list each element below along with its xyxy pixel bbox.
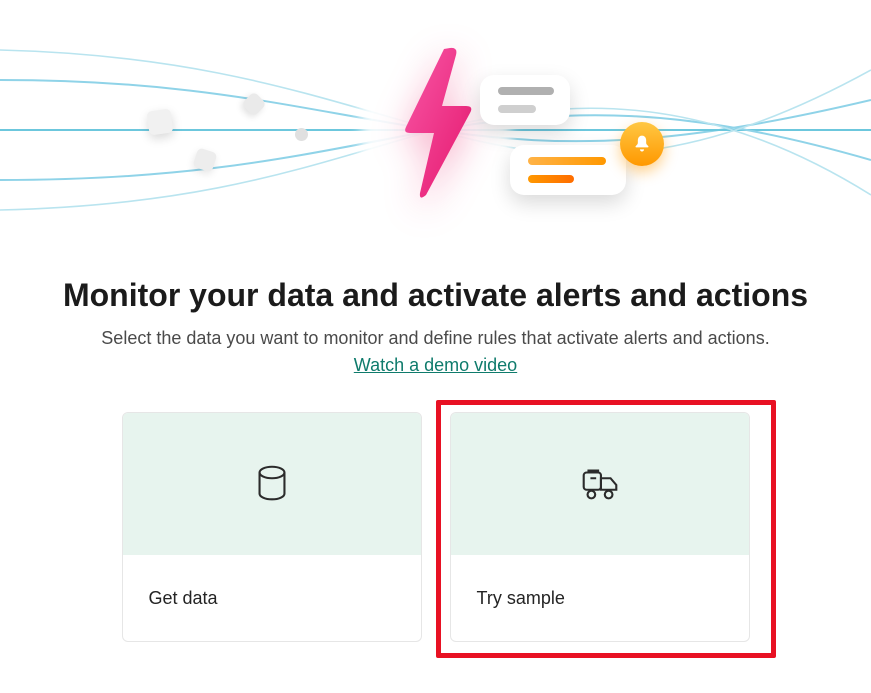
intro-text: Monitor your data and activate alerts an… <box>43 277 828 376</box>
hero-illustration <box>0 0 871 245</box>
option-cards: Get data Try sample <box>122 412 750 642</box>
notification-card-accent <box>510 145 626 195</box>
card-icon-area <box>123 413 421 555</box>
card-label: Try sample <box>451 555 749 641</box>
deco-square <box>146 108 173 135</box>
try-sample-card[interactable]: Try sample <box>450 412 750 642</box>
deco-dot <box>295 128 308 141</box>
watch-demo-link[interactable]: Watch a demo video <box>354 355 517 376</box>
get-data-card[interactable]: Get data <box>122 412 422 642</box>
card-icon-area <box>451 413 749 555</box>
card-label: Get data <box>123 555 421 641</box>
page-heading: Monitor your data and activate alerts an… <box>63 277 808 314</box>
notification-card <box>480 75 570 125</box>
database-icon <box>249 461 295 507</box>
page-subtext: Select the data you want to monitor and … <box>63 328 808 349</box>
page-container: Monitor your data and activate alerts an… <box>0 0 871 642</box>
delivery-truck-icon <box>577 461 623 507</box>
bell-icon <box>620 122 664 166</box>
